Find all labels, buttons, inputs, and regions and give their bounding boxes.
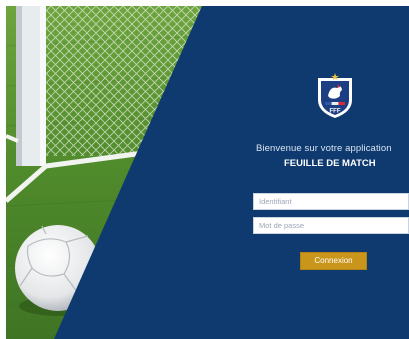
password-field[interactable]	[253, 217, 409, 234]
login-panel: FFF Bienvenue sur votre application FEUI…	[236, 6, 409, 339]
logo-letters: FFF	[330, 109, 341, 115]
fff-logo: FFF	[314, 72, 356, 120]
login-button[interactable]: Connexion	[300, 252, 367, 270]
login-screen: FFF Bienvenue sur votre application FEUI…	[6, 6, 409, 339]
username-field[interactable]	[253, 193, 409, 210]
welcome-text: Bienvenue sur votre application	[256, 143, 392, 154]
app-name: FEUILLE DE MATCH	[284, 158, 376, 169]
